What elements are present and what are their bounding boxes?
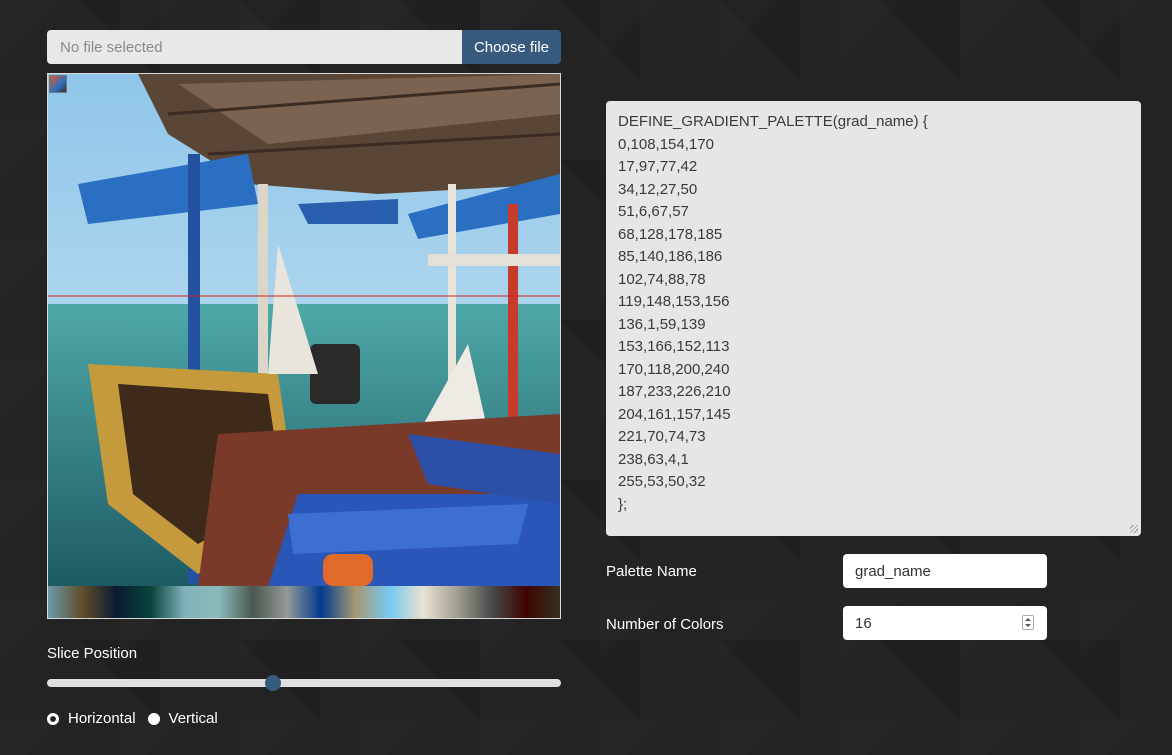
slider-thumb-handle[interactable] — [265, 675, 282, 691]
code-line: 170,118,200,240 — [618, 360, 730, 378]
code-line: 102,74,88,78 — [618, 270, 706, 288]
code-line: 17,97,77,42 — [618, 158, 698, 175]
code-line: }; — [618, 495, 628, 513]
code-line: 187,233,226,210 — [618, 383, 731, 400]
number-of-colors-input[interactable]: 16 — [843, 606, 1047, 640]
code-line: 204,161,157,145 — [618, 405, 731, 423]
palette-name-label: Palette Name — [606, 563, 697, 580]
number-of-colors-label: Number of Colors — [606, 616, 724, 633]
choose-file-button[interactable]: Choose file — [462, 30, 561, 64]
resize-grip-icon[interactable] — [1130, 525, 1138, 533]
horizontal-radio-label[interactable]: Horizontal — [68, 710, 136, 727]
photo-image[interactable] — [48, 74, 560, 586]
code-line: 34,12,27,50 — [618, 180, 698, 198]
code-line: 153,166,152,113 — [618, 338, 730, 355]
code-line: 238,63,4,1 — [618, 450, 689, 468]
gradient-palette-tool: No file selected Choose file Slice Posit… — [0, 0, 1172, 755]
code-line: 119,148,153,156 — [618, 293, 730, 310]
vertical-radio-label[interactable]: Vertical — [169, 710, 218, 727]
gradient-preview-strip — [48, 586, 560, 618]
file-name-field[interactable]: No file selected — [47, 30, 462, 64]
number-of-colors-value: 16 — [855, 614, 872, 632]
code-line: 0,108,154,170 — [618, 135, 714, 153]
slice-position-slider[interactable] — [47, 679, 561, 687]
horizontal-radio[interactable] — [47, 712, 59, 725]
palette-code-output[interactable]: DEFINE_GRADIENT_PALETTE(grad_name) { 0,10… — [606, 101, 1141, 536]
palette-name-input[interactable]: grad_name — [843, 554, 1047, 588]
image-thumbnail-icon — [49, 75, 67, 93]
code-line: 221,70,74,73 — [618, 428, 706, 445]
code-line: 51,6,67,57 — [618, 203, 689, 220]
code-line: 136,1,59,139 — [618, 315, 706, 333]
file-picker: No file selected Choose file — [47, 30, 561, 64]
orientation-radio-group: Horizontal Vertical — [47, 710, 230, 727]
vertical-radio[interactable] — [147, 712, 160, 725]
spin-up-icon[interactable] — [1025, 617, 1031, 621]
code-line: 85,140,186,186 — [618, 248, 723, 265]
code-line: 68,128,178,185 — [618, 225, 723, 243]
number-spinner-icon[interactable] — [1022, 615, 1034, 630]
code-line: 255,53,50,32 — [618, 473, 706, 490]
spin-down-icon[interactable] — [1025, 624, 1031, 628]
image-preview-panel — [47, 73, 561, 619]
code-line: DEFINE_GRADIENT_PALETTE(grad_name) { — [618, 113, 928, 130]
slice-position-label: Slice Position — [47, 645, 138, 662]
